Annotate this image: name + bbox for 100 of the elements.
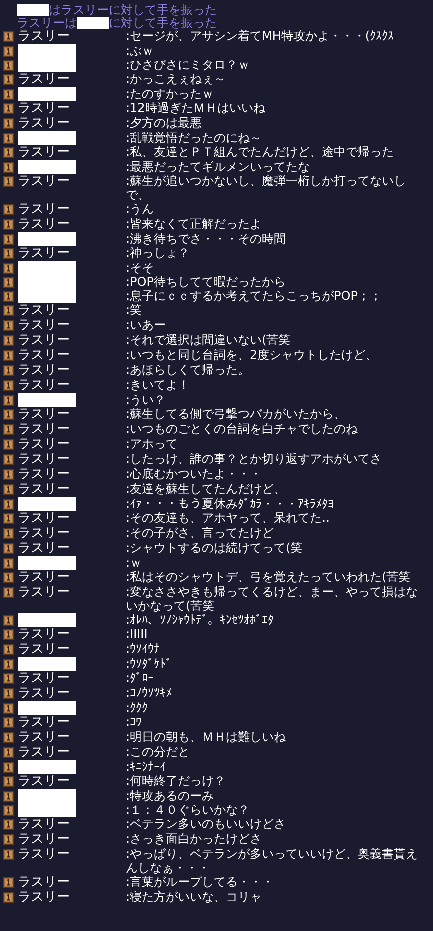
player-name: ラスリー [18, 145, 70, 160]
square-icon [3, 263, 14, 274]
chat-message: :ｲｧ・・・もう夏休みﾀﾞｶﾗ・・・ｱｷﾗﾒﾀﾖ [126, 497, 336, 511]
redaction-block [17, 4, 49, 16]
chat-message: :さっき面白かったけどさ [126, 832, 264, 846]
square-icon [3, 819, 14, 830]
square-icon [3, 558, 14, 569]
chat-message: :私、友達とＰＴ組んでたんだけど、途中で帰った [126, 145, 396, 159]
chat-message: :１：４０ぐらいかな？ [126, 803, 252, 817]
square-icon [3, 791, 14, 802]
player-name: ラスリー [18, 715, 70, 730]
chat-message: :乱戦覚悟だったのにね～ [126, 131, 264, 145]
chat-message: :そそ [126, 261, 156, 275]
square-icon [3, 103, 14, 114]
square-icon [3, 46, 14, 57]
chat-message: :ﾀﾞﾛｰ [126, 671, 156, 685]
chat-message: :その子がさ、言ってたけど [126, 526, 276, 540]
player-name: ラスリー [18, 671, 70, 686]
square-icon [3, 469, 14, 480]
chat-message: :明日の朝も、ＭＨは難しいね [126, 730, 288, 744]
player-name: ラスリー [18, 217, 70, 232]
square-icon [3, 615, 14, 626]
player-name: ラスリー [18, 526, 70, 541]
square-icon [3, 147, 14, 158]
player-name: ラスリー [18, 817, 70, 832]
player-name: ラスリー [18, 627, 70, 642]
square-icon [3, 277, 14, 288]
chat-message: :うん [126, 202, 156, 216]
chat-message: :変なささやきも帰ってくるけど、まー、やって損はないかなって(苦笑 [126, 585, 420, 613]
chat-message: :特攻あるのーみ [126, 789, 216, 803]
square-icon [3, 673, 14, 684]
square-icon [3, 60, 14, 71]
square-icon [3, 176, 14, 187]
system-message: はラスリーに対して手を振った [49, 2, 217, 16]
square-icon [3, 219, 14, 230]
square-icon [3, 409, 14, 420]
chat-message: :心底むかついたよ・・・ [126, 467, 264, 481]
square-icon [3, 31, 14, 42]
square-icon [3, 484, 14, 495]
chat-message: :皆来なくて正解だったよ [126, 217, 264, 231]
player-name: ラスリー [18, 202, 70, 217]
chat-message: :ｳｿﾀﾞｹﾄﾞ [126, 657, 174, 671]
square-icon [3, 587, 14, 598]
player-name: ラスリー [18, 890, 70, 905]
square-icon [3, 248, 14, 259]
chat-message: :いつもと同じ台詞を、2度シャウトしたけど、 [126, 348, 379, 362]
square-icon [3, 834, 14, 845]
square-icon [3, 305, 14, 316]
chat-message: :いつものごとくの台詞を白チャでしたのね [126, 422, 360, 436]
player-name: ラスリー [18, 482, 70, 497]
square-icon [3, 528, 14, 539]
square-icon [3, 74, 14, 85]
chat-message: :ベテラン多いのもいいけどさ [126, 817, 288, 831]
chat-message: :きいてよ！ [126, 378, 192, 392]
chat-message: :いあー [126, 318, 168, 332]
chat-message: :息子にｃｃするか考えてたらこっちがPOP；； [126, 289, 383, 303]
square-icon [3, 320, 14, 331]
chat-message: :ｸｸｸ [126, 701, 150, 715]
square-icon [3, 350, 14, 361]
chat-message: :あほらしくて帰った。 [126, 363, 252, 377]
player-name: ラスリー [18, 730, 70, 745]
chat-message: :蘇生が追いつかないし、魔弾一桁しか打ってないしで、 [126, 174, 408, 202]
square-icon [3, 133, 14, 144]
redaction-block [77, 16, 109, 28]
square-icon [3, 499, 14, 510]
square-icon [3, 439, 14, 450]
chat-message: :シャウトするのは続けてって(笑 [126, 541, 304, 555]
player-name: ラスリー [18, 116, 70, 131]
square-icon [3, 747, 14, 758]
square-icon [3, 659, 14, 670]
square-icon [3, 776, 14, 787]
chat-message: :ぶｗ [126, 44, 156, 58]
chat-message: :ｷﾆｼﾅｰｲ [126, 760, 168, 774]
chat-message: :したっけ、誰の事？とか切り返すアホがいてさ [126, 452, 384, 466]
square-icon [3, 732, 14, 743]
square-icon [3, 877, 14, 888]
square-icon [3, 234, 14, 245]
player-name: ラスリー [18, 101, 70, 116]
player-name: ラスリー [18, 452, 70, 467]
chat-message: :ｺﾉｳｿﾂｷﾒ [126, 686, 174, 700]
square-icon [3, 572, 14, 583]
chat-message: :何時終了だっけ？ [126, 774, 228, 788]
square-icon [3, 805, 14, 816]
player-name: ラスリー [18, 174, 70, 189]
chat-message: :私はそのシャウトデ、弓を覚えたっていわれた(苦笑 [126, 570, 412, 584]
player-name: ラスリー [18, 511, 70, 526]
player-name: ラスリー [18, 422, 70, 437]
chat-message: :セージが、アサシン着てMH特攻かよ・・・(ｸｽｸｽ [126, 29, 396, 43]
chat-message: :神っしょ？ [126, 246, 192, 260]
chat-message: :最悪だったてギルメンいってたな [126, 160, 312, 174]
chat-message: :寝た方がいいな、コリャ [126, 890, 264, 904]
player-name: ラスリー [18, 363, 70, 378]
player-name: ラスリー [18, 585, 70, 600]
chat-message: :IIIII [126, 627, 149, 641]
square-icon [3, 424, 14, 435]
system-message: に対して手を振った [109, 16, 217, 30]
square-icon [3, 335, 14, 346]
player-name: ラスリー [18, 774, 70, 789]
chat-message: :12時過ぎたＭＨはいいね [126, 101, 266, 115]
chat-message: :やっぱり、ベテランが多いっていいけど、奥義書貰えんしなぁ・・・ [126, 847, 420, 875]
